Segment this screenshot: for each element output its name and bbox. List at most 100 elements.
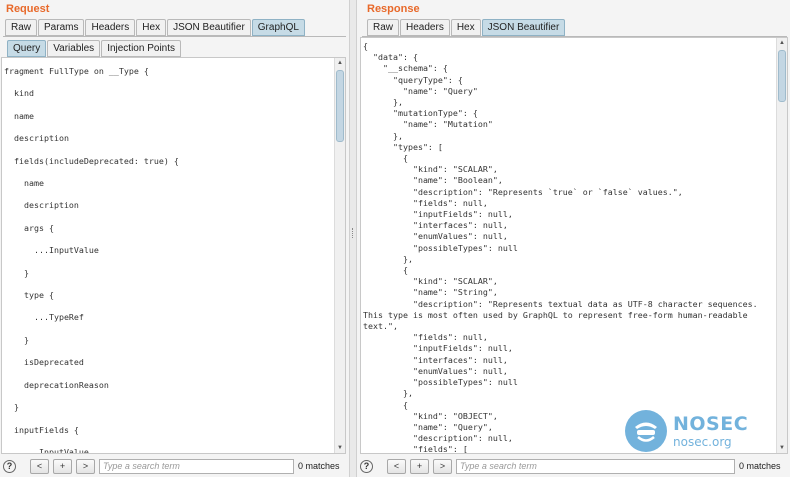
- previous-button[interactable]: <: [30, 458, 49, 474]
- code-line: {: [363, 153, 408, 164]
- code-line: name: [4, 178, 44, 189]
- subtab-variables[interactable]: Variables: [47, 40, 101, 57]
- watermark-title: NOSEC: [673, 412, 749, 435]
- code-line: }: [4, 267, 29, 278]
- search-input[interactable]: Type a search term: [456, 458, 735, 474]
- nosec-watermark: NOSEC nosec.org: [625, 410, 748, 452]
- tab-raw[interactable]: Raw: [367, 19, 400, 36]
- code-line: "enumValues": null,: [363, 365, 508, 376]
- code-line: description: [4, 200, 79, 211]
- response-scrollbar[interactable]: ▲ ▼: [776, 38, 787, 453]
- request-tabs: Raw Params Headers Hex JSON Beautifier G…: [5, 19, 305, 36]
- scroll-thumb[interactable]: [778, 50, 786, 102]
- pane-splitter[interactable]: [349, 0, 357, 477]
- code-line: "kind": "SCALAR",: [363, 276, 498, 287]
- code-line: "enumValues": null,: [363, 231, 508, 242]
- scroll-up-icon[interactable]: ▲: [335, 58, 345, 68]
- request-code: fragment FullType on __Type { kind name …: [4, 60, 179, 454]
- code-line: },: [363, 130, 403, 141]
- help-icon[interactable]: ?: [360, 459, 373, 473]
- code-line: "kind": "SCALAR",: [363, 164, 498, 175]
- code-line: fragment FullType on __Type {: [4, 66, 149, 76]
- response-editor[interactable]: { "data": { "__schema": { "queryType": {…: [360, 37, 788, 454]
- code-line: kind: [4, 88, 34, 99]
- code-line: "types": [: [363, 141, 443, 152]
- code-line: inputFields {: [4, 424, 79, 435]
- response-search-bar: ? < + > Type a search term 0 matches: [357, 455, 790, 477]
- code-line: }: [4, 334, 29, 345]
- code-line: deprecationReason: [4, 379, 109, 390]
- code-line: "__schema": {: [363, 63, 448, 74]
- code-line: isDeprecated: [4, 357, 84, 368]
- code-line: "interfaces": null,: [363, 354, 508, 365]
- code-line: args {: [4, 222, 54, 233]
- code-line: "description": "Represents textual data …: [363, 298, 758, 309]
- code-line: "fields": null,: [363, 197, 488, 208]
- code-line: }: [4, 402, 19, 413]
- code-line: "fields": null,: [363, 332, 488, 343]
- scroll-down-icon[interactable]: ▼: [335, 443, 345, 453]
- tab-params[interactable]: Params: [38, 19, 85, 36]
- code-line: "name": "Query": [363, 85, 478, 96]
- match-count: 0 matches: [298, 461, 340, 471]
- request-pane: Request Raw Params Headers Hex JSON Beau…: [0, 0, 349, 477]
- code-line: "description": "Represents `true` or `fa…: [363, 186, 683, 197]
- code-line: {: [363, 265, 408, 276]
- code-line: "name": "Boolean",: [363, 175, 503, 186]
- tab-raw[interactable]: Raw: [5, 19, 38, 36]
- previous-button[interactable]: <: [387, 458, 406, 474]
- tab-json-beautifier[interactable]: JSON Beautifier: [167, 19, 251, 36]
- code-line: This type is most often used by GraphQL …: [363, 309, 748, 320]
- request-title: Request: [6, 3, 50, 15]
- code-line: "possibleTypes": null: [363, 377, 518, 388]
- code-line: },: [363, 388, 413, 399]
- code-line: text.",: [363, 321, 398, 332]
- code-line: "data": {: [363, 52, 418, 63]
- scroll-thumb[interactable]: [336, 70, 344, 142]
- help-icon[interactable]: ?: [3, 459, 16, 473]
- code-line: name: [4, 110, 34, 121]
- code-line: "inputFields": null,: [363, 209, 513, 220]
- subtab-query[interactable]: Query: [7, 40, 47, 57]
- response-pane: Response Raw Headers Hex JSON Beautifier…: [357, 0, 790, 477]
- code-line: ...TypeRef: [4, 312, 84, 323]
- request-scrollbar[interactable]: ▲ ▼: [334, 58, 345, 453]
- code-line: "inputFields": null,: [363, 343, 513, 354]
- subtab-injection-points[interactable]: Injection Points: [101, 40, 182, 57]
- match-count: 0 matches: [739, 461, 781, 471]
- grip-icon: [352, 228, 354, 238]
- response-code: { "data": { "__schema": { "queryType": {…: [363, 41, 758, 453]
- add-button[interactable]: +: [53, 458, 72, 474]
- code-line: "mutationType": {: [363, 108, 478, 119]
- request-search-bar: ? < + > Type a search term 0 matches: [0, 455, 349, 477]
- scroll-up-icon[interactable]: ▲: [777, 38, 787, 48]
- add-button[interactable]: +: [410, 458, 429, 474]
- code-line: {: [363, 41, 368, 51]
- tab-headers[interactable]: Headers: [85, 19, 136, 36]
- tab-headers[interactable]: Headers: [400, 19, 450, 36]
- next-button[interactable]: >: [76, 458, 95, 474]
- code-line: fields(includeDeprecated: true) {: [4, 155, 179, 166]
- code-line: type {: [4, 290, 54, 301]
- next-button[interactable]: >: [433, 458, 452, 474]
- tab-hex[interactable]: Hex: [450, 19, 481, 36]
- code-line: ...InputValue: [4, 245, 99, 256]
- code-line: "interfaces": null,: [363, 220, 508, 231]
- code-line: description: [4, 133, 69, 144]
- nosec-logo-icon: [625, 410, 667, 452]
- scroll-down-icon[interactable]: ▼: [777, 443, 787, 453]
- code-line: "possibleTypes": null: [363, 242, 518, 253]
- response-title: Response: [367, 3, 420, 15]
- tab-json-beautifier[interactable]: JSON Beautifier: [481, 19, 566, 36]
- request-editor[interactable]: fragment FullType on __Type { kind name …: [1, 57, 346, 454]
- tab-graphql[interactable]: GraphQL: [251, 19, 305, 36]
- code-line: },: [363, 253, 413, 264]
- tab-hex[interactable]: Hex: [136, 19, 167, 36]
- search-input[interactable]: Type a search term: [99, 458, 294, 474]
- code-line: },: [363, 97, 403, 108]
- code-line: "queryType": {: [363, 74, 463, 85]
- code-line: ...InputValue: [4, 446, 89, 454]
- watermark-subtitle: nosec.org: [673, 434, 732, 449]
- code-line: "name": "String",: [363, 287, 498, 298]
- request-subtabs: Query Variables Injection Points: [7, 40, 182, 57]
